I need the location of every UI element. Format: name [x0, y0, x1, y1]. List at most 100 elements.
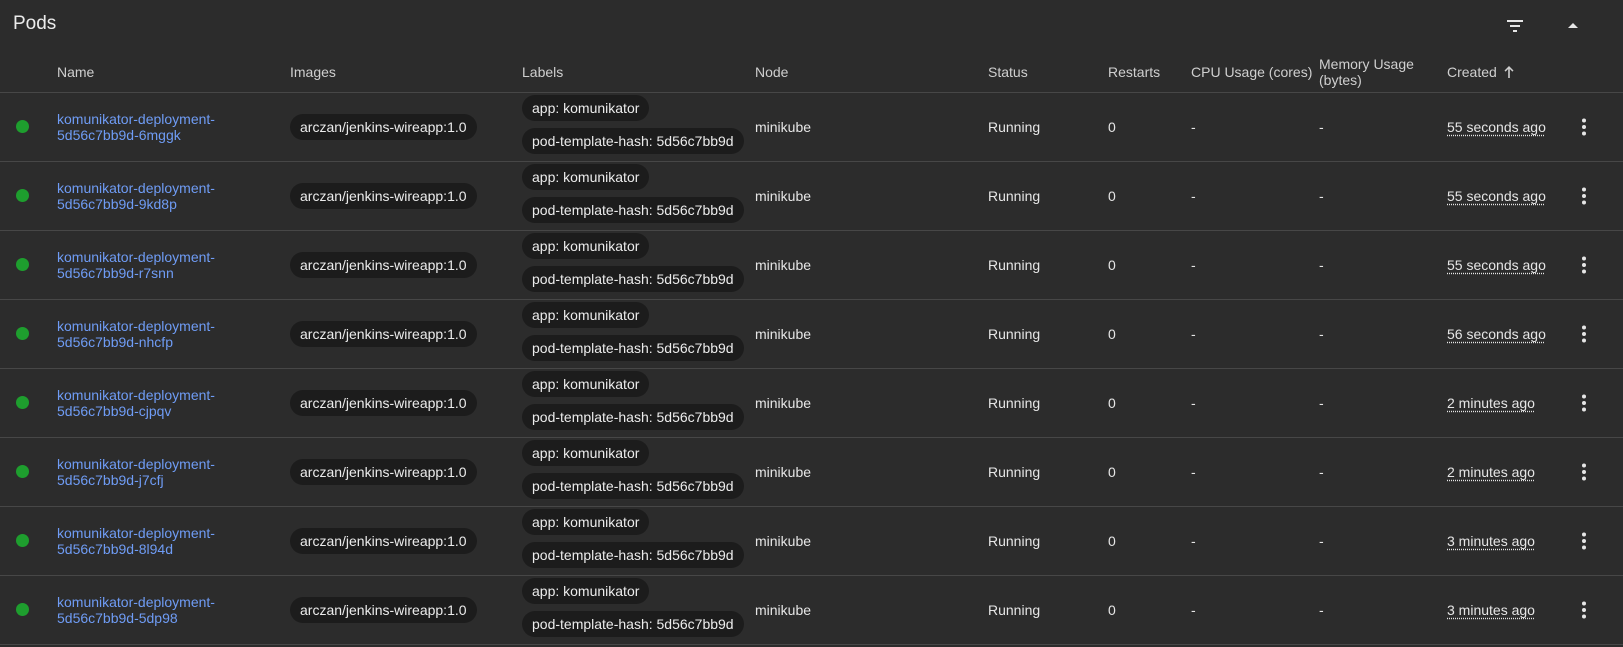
more-actions-icon[interactable]: [1572, 460, 1596, 484]
column-header-restarts[interactable]: Restarts: [1108, 52, 1160, 92]
status-cell: Running: [988, 326, 1041, 342]
status-cell: Running: [988, 119, 1041, 135]
table-row: komunikator-deployment-5d56c7bb9d-cjpqv …: [0, 369, 1623, 438]
label-chip: pod-template-hash: 5d56c7bb9d: [522, 611, 744, 637]
cpu-cell: -: [1191, 464, 1196, 480]
cpu-cell: -: [1191, 326, 1196, 342]
pod-name-link[interactable]: komunikator-deployment-5d56c7bb9d-9kd8p: [57, 180, 257, 212]
restarts-cell: 0: [1108, 188, 1116, 204]
table-row: komunikator-deployment-5d56c7bb9d-5dp98 …: [0, 576, 1623, 645]
column-header-status[interactable]: Status: [988, 52, 1028, 92]
image-chip: arczan/jenkins-wireapp:1.0: [290, 183, 477, 209]
status-running-icon: [16, 327, 29, 340]
restarts-cell: 0: [1108, 464, 1116, 480]
pod-name-link[interactable]: komunikator-deployment-5d56c7bb9d-5dp98: [57, 594, 257, 626]
created-timestamp: 2 minutes ago: [1447, 395, 1535, 411]
pod-name-link[interactable]: komunikator-deployment-5d56c7bb9d-nhcfp: [57, 318, 257, 350]
more-actions-icon[interactable]: [1572, 322, 1596, 346]
page-title: Pods: [13, 13, 57, 34]
memory-cell: -: [1319, 326, 1324, 342]
node-cell: minikube: [755, 602, 812, 618]
more-actions-icon[interactable]: [1572, 529, 1596, 553]
label-chip: pod-template-hash: 5d56c7bb9d: [522, 197, 744, 223]
memory-cell: -: [1319, 533, 1324, 549]
node-cell: minikube: [755, 119, 812, 135]
label-chip: app: komunikator: [522, 302, 650, 328]
table-body: komunikator-deployment-5d56c7bb9d-6mggk …: [0, 93, 1623, 645]
status-cell: Running: [988, 395, 1041, 411]
status-cell: Running: [988, 464, 1041, 480]
pod-name-link[interactable]: komunikator-deployment-5d56c7bb9d-r7snn: [57, 249, 257, 281]
sort-ascending-icon: [1503, 65, 1515, 79]
memory-cell: -: [1319, 188, 1324, 204]
label-chip: app: komunikator: [522, 509, 650, 535]
status-running-icon: [16, 465, 29, 478]
created-cell: 55 seconds ago: [1447, 231, 1546, 299]
status-cell: Running: [988, 602, 1041, 618]
column-header-memory-label: Memory Usage (bytes): [1319, 56, 1414, 88]
status-cell: Running: [988, 188, 1041, 204]
cpu-cell: -: [1191, 119, 1196, 135]
more-actions-icon[interactable]: [1572, 391, 1596, 415]
more-actions-icon[interactable]: [1572, 115, 1596, 139]
column-header-labels: Labels: [522, 64, 564, 80]
status-running-icon: [16, 120, 29, 133]
restarts-cell: 0: [1108, 533, 1116, 549]
node-cell: minikube: [755, 257, 812, 273]
image-chip: arczan/jenkins-wireapp:1.0: [290, 459, 477, 485]
cpu-cell: -: [1191, 395, 1196, 411]
more-actions-icon[interactable]: [1572, 598, 1596, 622]
image-chip: arczan/jenkins-wireapp:1.0: [290, 252, 477, 278]
table-row: komunikator-deployment-5d56c7bb9d-j7cfj …: [0, 438, 1623, 507]
table-row: komunikator-deployment-5d56c7bb9d-6mggk …: [0, 93, 1623, 162]
label-chip: app: komunikator: [522, 95, 650, 121]
restarts-cell: 0: [1108, 395, 1116, 411]
created-timestamp: 3 minutes ago: [1447, 533, 1535, 549]
table-header: Name Images Labels Node Status Restarts …: [0, 52, 1623, 93]
card-header: Pods: [0, 0, 1623, 50]
pods-card: Pods Name Images Labels Node Status Rest…: [0, 0, 1623, 647]
column-header-images: Images: [290, 64, 336, 80]
pod-name-link[interactable]: komunikator-deployment-5d56c7bb9d-6mggk: [57, 111, 257, 143]
collapse-up-icon[interactable]: [1561, 14, 1585, 38]
pod-name-link[interactable]: komunikator-deployment-5d56c7bb9d-8l94d: [57, 525, 257, 557]
pod-name-link[interactable]: komunikator-deployment-5d56c7bb9d-cjpqv: [57, 387, 257, 419]
memory-cell: -: [1319, 119, 1324, 135]
node-cell: minikube: [755, 533, 812, 549]
filter-icon[interactable]: [1503, 14, 1527, 38]
column-header-node[interactable]: Node: [755, 52, 788, 92]
column-header-created[interactable]: Created: [1447, 52, 1515, 92]
label-chip: pod-template-hash: 5d56c7bb9d: [522, 542, 744, 568]
created-timestamp: 55 seconds ago: [1447, 188, 1546, 204]
more-actions-icon[interactable]: [1572, 253, 1596, 277]
table-row: komunikator-deployment-5d56c7bb9d-nhcfp …: [0, 300, 1623, 369]
node-cell: minikube: [755, 326, 812, 342]
cpu-cell: -: [1191, 188, 1196, 204]
created-timestamp: 56 seconds ago: [1447, 326, 1546, 342]
created-cell: 55 seconds ago: [1447, 162, 1546, 230]
memory-cell: -: [1319, 395, 1324, 411]
image-chip: arczan/jenkins-wireapp:1.0: [290, 114, 477, 140]
column-header-name[interactable]: Name: [57, 52, 94, 92]
label-chip: app: komunikator: [522, 371, 650, 397]
created-cell: 3 minutes ago: [1447, 507, 1535, 575]
column-header-memory[interactable]: Memory Usage (bytes): [1319, 52, 1439, 92]
created-timestamp: 2 minutes ago: [1447, 464, 1535, 480]
label-chip: app: komunikator: [522, 578, 650, 604]
restarts-cell: 0: [1108, 257, 1116, 273]
status-running-icon: [16, 258, 29, 271]
column-header-created-label: Created: [1447, 64, 1497, 80]
created-timestamp: 55 seconds ago: [1447, 257, 1546, 273]
created-cell: 2 minutes ago: [1447, 438, 1535, 506]
node-cell: minikube: [755, 188, 812, 204]
created-cell: 2 minutes ago: [1447, 369, 1535, 437]
created-timestamp: 55 seconds ago: [1447, 119, 1546, 135]
more-actions-icon[interactable]: [1572, 184, 1596, 208]
label-chip: pod-template-hash: 5d56c7bb9d: [522, 128, 744, 154]
label-chip: pod-template-hash: 5d56c7bb9d: [522, 473, 744, 499]
column-header-cpu[interactable]: CPU Usage (cores): [1191, 52, 1312, 92]
status-cell: Running: [988, 533, 1041, 549]
image-chip: arczan/jenkins-wireapp:1.0: [290, 597, 477, 623]
pod-name-link[interactable]: komunikator-deployment-5d56c7bb9d-j7cfj: [57, 456, 257, 488]
memory-cell: -: [1319, 464, 1324, 480]
